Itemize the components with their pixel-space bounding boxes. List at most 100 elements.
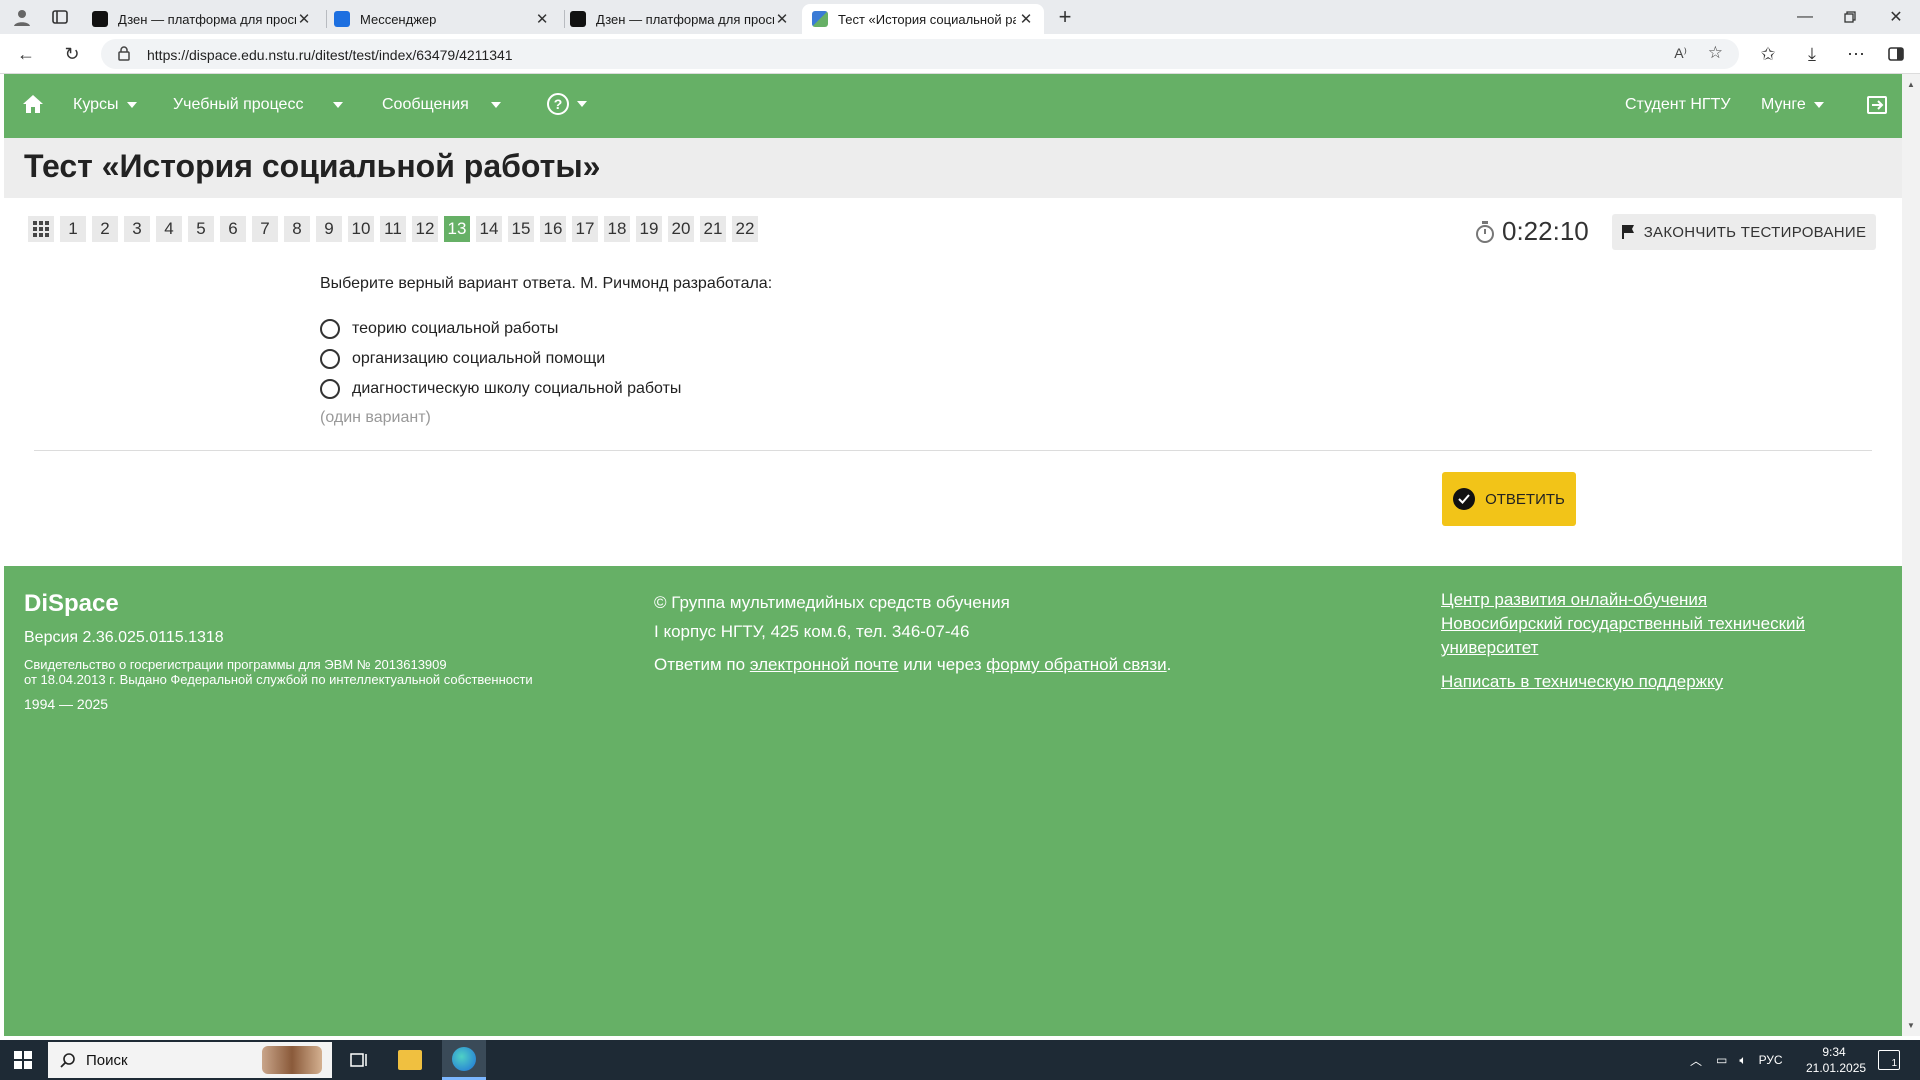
chevron-down-icon: [577, 101, 587, 107]
close-tab-icon[interactable]: ✕: [296, 10, 312, 28]
nav-help[interactable]: ?: [547, 93, 587, 115]
windows-start-icon[interactable]: [14, 1051, 32, 1074]
volume-icon[interactable]: 🔈︎: [1739, 1053, 1746, 1068]
tab-actions-icon[interactable]: [48, 5, 72, 29]
logout-icon[interactable]: [1866, 95, 1888, 115]
nav-courses[interactable]: Курсы: [73, 96, 137, 114]
question-link[interactable]: 11: [380, 216, 406, 242]
question-link[interactable]: 9: [316, 216, 342, 242]
scroll-down-icon[interactable]: ▼: [1907, 1021, 1915, 1030]
footer-links: Центр развития онлайн-обучения Новосибир…: [1441, 588, 1861, 694]
chevron-up-icon[interactable]: ︿: [1690, 1052, 1702, 1069]
answer-option-3[interactable]: диагностическую школу социальной работы: [320, 379, 681, 399]
question-grid-icon[interactable]: [28, 216, 54, 242]
radio-button[interactable]: [320, 319, 340, 339]
question-link[interactable]: 12: [412, 216, 438, 242]
reload-icon[interactable]: ↻: [60, 42, 84, 66]
online-learning-center-link[interactable]: Центр развития онлайн-обучения: [1441, 588, 1861, 612]
close-tab-icon[interactable]: ✕: [1018, 10, 1034, 28]
tab-dzen-1[interactable]: Дзен — платформа для просмотра ✕: [82, 4, 322, 34]
windows-taskbar: Поиск ︿ ▭ 🔈︎ РУС 9:34 21.01.2025 1: [0, 1040, 1920, 1080]
close-window-icon[interactable]: ✕: [1884, 5, 1908, 29]
notifications-icon[interactable]: 1: [1878, 1050, 1900, 1070]
page-scrollbar[interactable]: ▲ ▼: [1902, 74, 1920, 1036]
downloads-icon[interactable]: ⤓: [1800, 42, 1824, 66]
question-link[interactable]: 22: [732, 216, 758, 242]
question-link[interactable]: 8: [284, 216, 310, 242]
radio-button[interactable]: [320, 379, 340, 399]
new-tab-icon[interactable]: +: [1053, 4, 1077, 29]
favorite-star-icon[interactable]: ☆: [1708, 43, 1723, 63]
close-tab-icon[interactable]: ✕: [774, 10, 790, 28]
tab-messenger[interactable]: Мессенджер ✕: [324, 4, 560, 34]
divider: [34, 450, 1872, 451]
question-link[interactable]: 2: [92, 216, 118, 242]
question-link[interactable]: 19: [636, 216, 662, 242]
finish-test-button[interactable]: ЗАКОНЧИТЬ ТЕСТИРОВАНИЕ: [1612, 214, 1876, 250]
question-link[interactable]: 14: [476, 216, 502, 242]
file-explorer-icon[interactable]: [398, 1050, 422, 1070]
question-link[interactable]: 20: [668, 216, 694, 242]
tab-test-active[interactable]: Тест «История социальной работы» ✕: [802, 4, 1044, 34]
chevron-down-icon: [126, 102, 137, 108]
edge-icon: [452, 1047, 476, 1071]
page-title: Тест «История социальной работы»: [24, 148, 601, 184]
answer-option-2[interactable]: организацию социальной помощи: [320, 349, 605, 369]
stopwatch-icon: [1476, 220, 1494, 243]
answer-type-hint: (один вариант): [320, 409, 431, 426]
top-navigation: Курсы Учебный процесс Сообщения ? Студен…: [4, 74, 1902, 138]
scroll-up-icon[interactable]: ▲: [1907, 80, 1915, 89]
question-link[interactable]: 15: [508, 216, 534, 242]
question-link[interactable]: 5: [188, 216, 214, 242]
web-page: Курсы Учебный процесс Сообщения ? Студен…: [4, 74, 1902, 1036]
home-icon[interactable]: [22, 94, 44, 114]
nav-student-role[interactable]: Студент НГТУ: [1625, 96, 1731, 114]
profile-icon[interactable]: [10, 5, 34, 29]
email-link[interactable]: электронной почте: [750, 655, 899, 674]
tab-dzen-2[interactable]: Дзен — платформа для просмотра ✕: [560, 4, 800, 34]
question-link[interactable]: 16: [540, 216, 566, 242]
submit-answer-button[interactable]: ОТВЕТИТЬ: [1442, 472, 1576, 526]
more-menu-icon[interactable]: ⋯: [1844, 42, 1868, 66]
restore-icon[interactable]: [1838, 5, 1862, 29]
taskbar-search[interactable]: Поиск: [48, 1042, 332, 1078]
search-icon: [60, 1053, 75, 1068]
radio-button[interactable]: [320, 349, 340, 369]
footer-version: Версия 2.36.025.0115.1318: [24, 629, 224, 646]
university-link[interactable]: Новосибирский государственный технически…: [1441, 612, 1861, 660]
input-language[interactable]: РУС: [1759, 1053, 1783, 1067]
question-link-current[interactable]: 13: [444, 216, 470, 242]
close-tab-icon[interactable]: ✕: [534, 10, 550, 28]
question-link[interactable]: 7: [252, 216, 278, 242]
feedback-form-link[interactable]: форму обратной связи: [986, 655, 1166, 674]
tech-support-link[interactable]: Написать в техническую поддержку: [1441, 670, 1861, 694]
read-aloud-icon[interactable]: A⁾: [1674, 45, 1687, 62]
minimize-icon[interactable]: —: [1793, 5, 1817, 29]
address-bar-row: ← ↻ https://dispace.edu.nstu.ru/ditest/t…: [0, 34, 1920, 74]
system-clock[interactable]: 9:34 21.01.2025: [1806, 1044, 1866, 1076]
nav-messages[interactable]: Сообщения: [382, 96, 501, 114]
answer-option-1[interactable]: теорию социальной работы: [320, 319, 558, 339]
question-link[interactable]: 10: [348, 216, 374, 242]
help-icon: ?: [547, 93, 569, 115]
nav-user-menu[interactable]: Мунге: [1761, 96, 1824, 114]
question-link[interactable]: 3: [124, 216, 150, 242]
dispace-icon: [812, 11, 828, 27]
question-link[interactable]: 17: [572, 216, 598, 242]
url-field[interactable]: https://dispace.edu.nstu.ru/ditest/test/…: [101, 39, 1739, 69]
favorites-icon[interactable]: ✩: [1756, 42, 1780, 66]
sidebar-toggle-icon[interactable]: [1884, 42, 1908, 66]
question-link[interactable]: 1: [60, 216, 86, 242]
edge-taskbar-item[interactable]: [442, 1040, 486, 1080]
check-icon: [1453, 488, 1476, 510]
system-tray: ︿ ▭ 🔈︎ РУС: [1690, 1040, 1783, 1080]
task-view-icon[interactable]: [350, 1051, 368, 1074]
back-icon[interactable]: ←: [14, 42, 38, 66]
question-link[interactable]: 4: [156, 216, 182, 242]
question-link[interactable]: 6: [220, 216, 246, 242]
title-bar: Тест «История социальной работы»: [4, 138, 1902, 198]
question-link[interactable]: 21: [700, 216, 726, 242]
network-icon[interactable]: ▭: [1716, 1053, 1727, 1067]
question-link[interactable]: 18: [604, 216, 630, 242]
nav-learning-process[interactable]: Учебный процесс: [173, 96, 344, 114]
